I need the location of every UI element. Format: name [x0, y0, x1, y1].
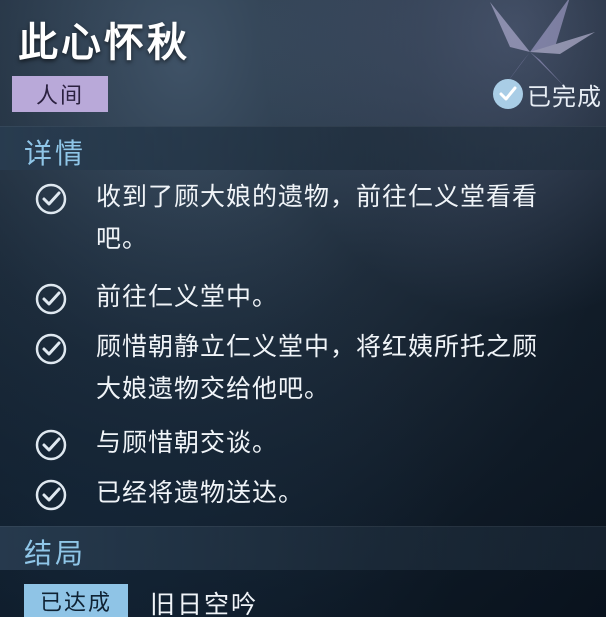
check-circle-icon	[35, 479, 67, 511]
details-heading: 详情	[24, 137, 87, 170]
quest-category-tag: 人间	[12, 76, 108, 112]
details-section-header: 详情	[0, 126, 606, 170]
check-circle-icon	[35, 333, 67, 365]
task-text-line1: 已经将遗物送达。	[96, 478, 305, 507]
ending-achieved-badge: 已达成	[24, 584, 128, 617]
check-circle-icon	[493, 79, 523, 109]
check-circle-icon	[35, 183, 67, 215]
quest-title: 此心怀秋	[18, 20, 190, 66]
ending-name: 旧日空吟	[150, 590, 259, 617]
check-circle-icon	[35, 283, 67, 315]
quest-status: 已完成	[493, 76, 602, 112]
quest-status-label: 已完成	[527, 82, 602, 111]
check-circle-icon	[35, 429, 67, 461]
task-text-line2: 吧。	[96, 224, 149, 253]
ending-section-header: 结局	[0, 526, 606, 570]
task-text-line1: 收到了顾大娘的遗物，前往仁义堂看看	[96, 182, 539, 211]
task-text-line1: 前往仁义堂中。	[96, 282, 279, 311]
task-text-line1: 与顾惜朝交谈。	[96, 428, 279, 457]
ending-heading: 结局	[24, 537, 87, 570]
task-text-line1: 顾惜朝静立仁义堂中，将红姨所托之顾	[96, 332, 539, 361]
task-text-line2: 大娘遗物交给他吧。	[96, 374, 331, 403]
